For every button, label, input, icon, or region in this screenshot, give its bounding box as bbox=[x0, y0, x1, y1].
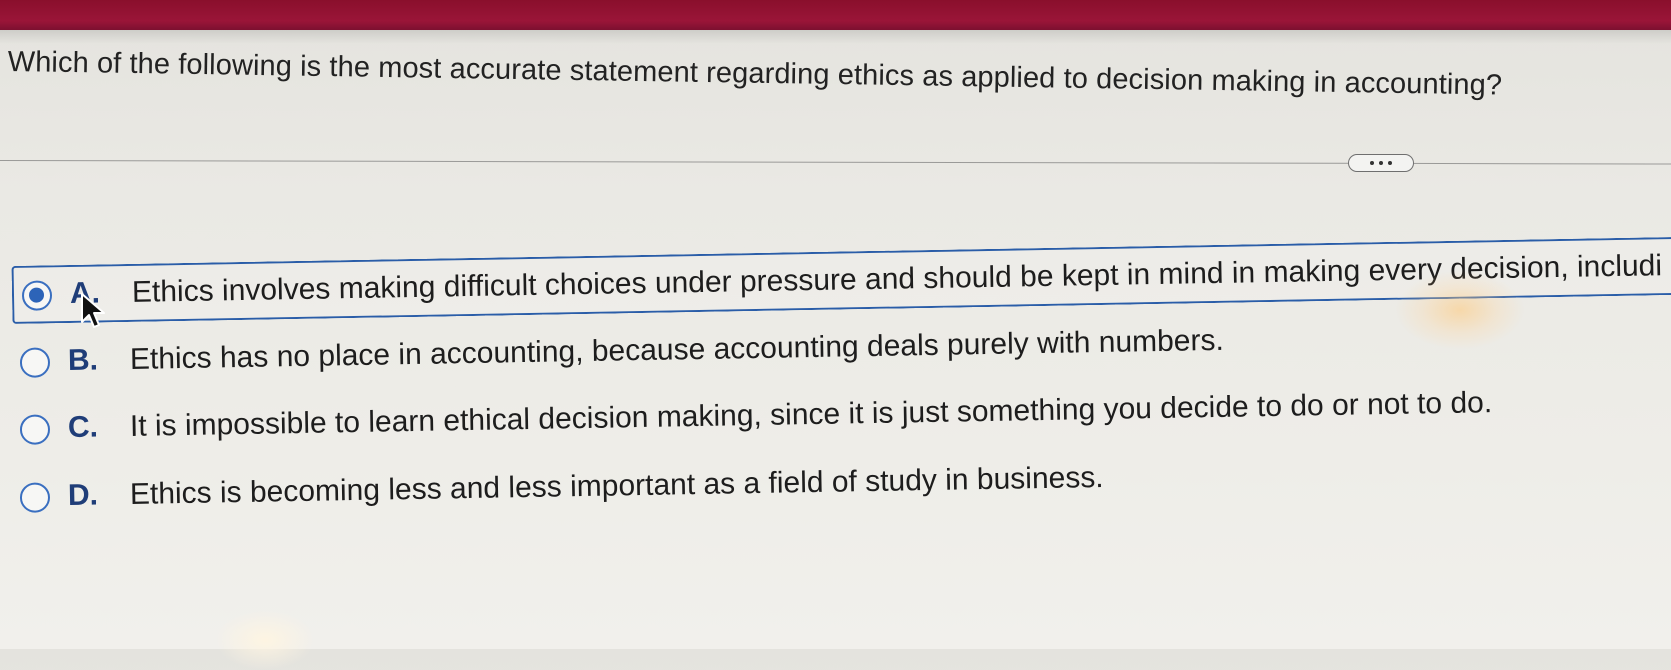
screen-glare bbox=[215, 610, 315, 670]
radio-button-b[interactable] bbox=[19, 347, 51, 378]
mouse-cursor-icon bbox=[81, 293, 105, 328]
option-letter: B. bbox=[67, 343, 99, 378]
option-text: Ethics has no place in accounting, becau… bbox=[129, 323, 1225, 376]
option-text: Ethics is becoming less and less importa… bbox=[129, 460, 1104, 511]
radio-button-a[interactable] bbox=[21, 280, 53, 311]
radio-button-c[interactable] bbox=[19, 414, 51, 445]
option-letter: C. bbox=[67, 410, 99, 445]
radio-selected-dot bbox=[28, 287, 45, 303]
answer-options: A. Ethics involves making difficult choi… bbox=[0, 0, 1671, 649]
option-text: Ethics involves making difficult choices… bbox=[131, 249, 1663, 309]
radio-button-d[interactable] bbox=[19, 482, 51, 513]
option-text: It is impossible to learn ethical decisi… bbox=[129, 386, 1493, 443]
option-letter: D. bbox=[67, 478, 99, 513]
